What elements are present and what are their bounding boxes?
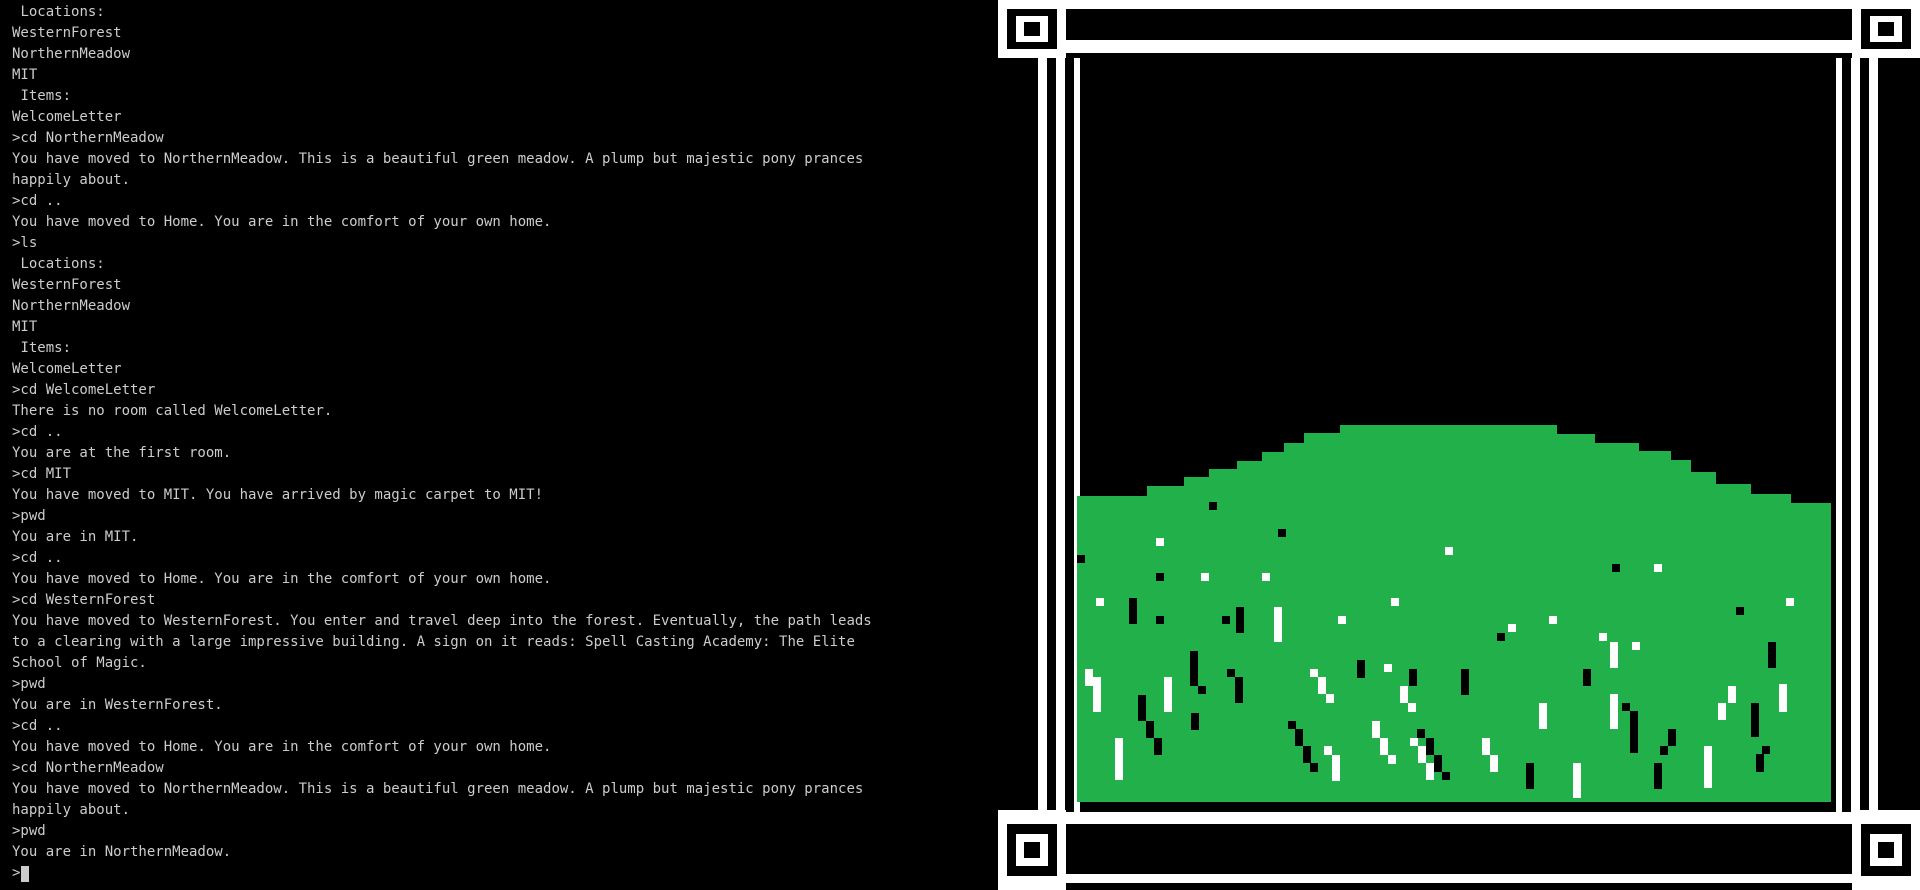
terminal-log: >cd .. You have moved to Home. You are in… — [12, 0, 892, 884]
terminal-output-line: Locations: — [12, 4, 105, 20]
frame-left-line-outer — [1038, 58, 1047, 812]
frame-right-line-mid — [1851, 58, 1860, 812]
terminal-output-line: There is no room called WelcomeLetter. — [12, 403, 333, 419]
terminal-output-line: Items: — [12, 340, 72, 356]
terminal-command-line: >cd NorthernMeadow — [12, 130, 164, 146]
frame-top-bar-inner — [998, 40, 1920, 53]
terminal-output-line: Items: — [12, 88, 72, 104]
terminal-output-line: You are at the first room. — [12, 445, 232, 461]
terminal-command-line: >cd WesternForest — [12, 592, 156, 608]
terminal-output-line: You have moved to WesternForest. You ent… — [12, 613, 881, 671]
terminal-command-line: >cd .. — [12, 718, 63, 734]
terminal-output-line: You have moved to NorthernMeadow. This i… — [12, 151, 872, 188]
terminal-command-line: >pwd — [12, 508, 46, 524]
terminal-command-line: >cd NorthernMeadow — [12, 760, 164, 776]
terminal-output-line: Locations: — [12, 256, 105, 272]
frame-right-line-inner — [1836, 58, 1842, 812]
terminal-output-line: You have moved to Home. You are in the c… — [12, 214, 552, 230]
terminal-command-line: >cd .. — [12, 193, 63, 209]
terminal-command-line: >ls — [12, 235, 38, 251]
terminal-output-line: You have moved to MIT. You have arrived … — [12, 487, 544, 503]
terminal-output-line: WelcomeLetter — [12, 361, 122, 377]
terminal-output-line: MIT — [12, 67, 38, 83]
frame-corner-top-left — [998, 0, 1066, 58]
terminal-command-line: >pwd — [12, 676, 46, 692]
terminal-output-line: WesternForest — [12, 25, 122, 41]
terminal-command-line: >cd WelcomeLetter — [12, 382, 156, 398]
terminal-panel[interactable]: >cd .. You have moved to Home. You are in… — [0, 0, 990, 890]
terminal-command-line: >cd MIT — [12, 466, 72, 482]
terminal-output-line: You are in MIT. — [12, 529, 139, 545]
terminal-output-line: WelcomeLetter — [12, 109, 122, 125]
terminal-prompt: > — [12, 865, 21, 881]
terminal-command-line: >cd .. — [12, 550, 63, 566]
terminal-command-line: >pwd — [12, 823, 46, 839]
terminal-output-line: You have moved to Home. You are in the c… — [12, 739, 552, 755]
scene-art-panel — [998, 0, 1920, 890]
terminal-output-line: NorthernMeadow — [12, 46, 131, 62]
frame-corner-bottom-right — [1852, 810, 1920, 890]
terminal-command-line: >cd .. — [12, 424, 63, 440]
terminal-output-line: You have moved to NorthernMeadow. This i… — [12, 781, 872, 818]
terminal-output-line: You are in NorthernMeadow. — [12, 844, 232, 860]
terminal-input-row[interactable]: > — [12, 863, 892, 884]
text-cursor — [21, 865, 30, 882]
terminal-output-line: You have moved to Home. You are in the c… — [12, 571, 552, 587]
frame-top-bar-outer — [998, 0, 1920, 9]
terminal-output-line: You are in WesternForest. — [12, 697, 223, 713]
frame-corner-bottom-left — [998, 810, 1066, 890]
terminal-output-line: NorthernMeadow — [12, 298, 131, 314]
meadow-scene — [998, 0, 1920, 890]
frame-bottom-bar-outer — [998, 874, 1920, 883]
terminal-output-line: WesternForest — [12, 277, 122, 293]
frame-left-line-mid — [1056, 58, 1065, 812]
terminal-output-line: MIT — [12, 319, 38, 335]
frame-bottom-bar-inner — [998, 812, 1920, 824]
frame-right-line-outer — [1869, 58, 1878, 812]
frame-corner-top-right — [1852, 0, 1920, 58]
